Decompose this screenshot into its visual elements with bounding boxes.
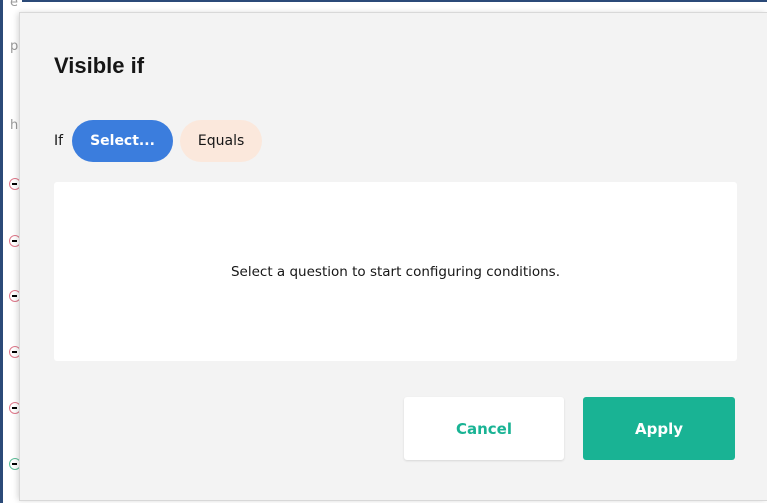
- visible-if-dialog: Visible if If Select... Equals Select a …: [20, 13, 767, 500]
- background-text-fragment: p: [10, 39, 19, 54]
- apply-button[interactable]: Apply: [583, 397, 735, 460]
- screen: e p h Visible if If Select... Equals Sel…: [0, 0, 767, 503]
- dialog-title: Visible if: [54, 53, 145, 78]
- empty-state-message: Select a question to start configuring c…: [230, 263, 561, 280]
- cancel-button[interactable]: Cancel: [404, 397, 564, 460]
- background-page-top-edge: [0, 0, 767, 8]
- operator-select-button[interactable]: Equals: [179, 120, 263, 162]
- background-page-strip: e p h: [0, 0, 22, 503]
- question-select-button[interactable]: Select...: [72, 120, 173, 162]
- background-text-fragment: h: [10, 118, 19, 133]
- background-text-fragment: e: [10, 0, 18, 10]
- conditions-panel: Select a question to start configuring c…: [54, 182, 737, 361]
- if-label: If: [54, 133, 64, 149]
- condition-row: If Select... Equals: [54, 120, 263, 162]
